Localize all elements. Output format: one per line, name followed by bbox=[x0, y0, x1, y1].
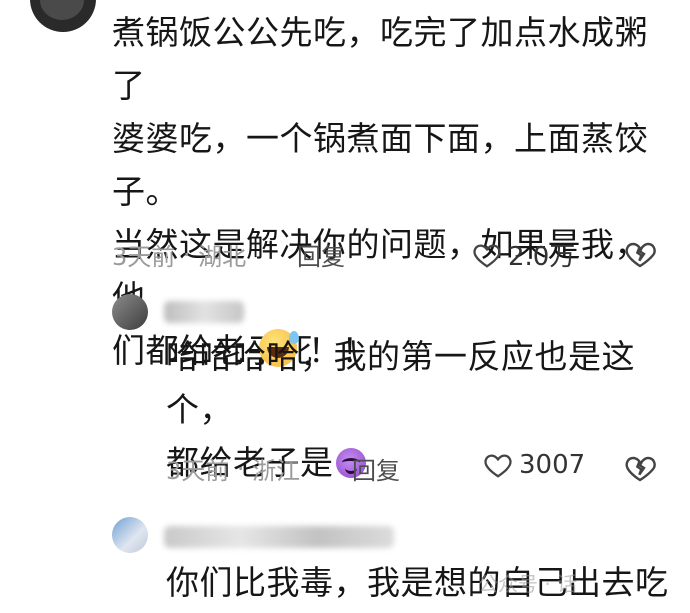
reply-button[interactable]: 回复 bbox=[352, 451, 400, 486]
comment-text: 你们比我毒，我是想的自己出去吃 bbox=[166, 563, 669, 602]
comment-time: 3天前 bbox=[112, 243, 176, 271]
comment-time: 3天前 bbox=[166, 457, 230, 485]
comment-meta: 3天前 · 浙江 bbox=[166, 451, 300, 486]
like-button[interactable]: 2.0万 bbox=[472, 236, 575, 273]
watermark: 公众号 · 话 bbox=[478, 572, 578, 596]
comment-location: 浙江 bbox=[252, 457, 301, 485]
like-count: 2.0万 bbox=[508, 242, 576, 272]
broken-heart-icon[interactable] bbox=[624, 238, 656, 270]
username-blurred[interactable] bbox=[164, 301, 244, 323]
heart-icon bbox=[473, 243, 501, 268]
comment-location: 湖北 bbox=[198, 243, 247, 271]
comment-meta: 3天前 · 湖北 bbox=[112, 237, 246, 272]
heart-icon bbox=[484, 454, 512, 478]
like-button[interactable]: 3007 bbox=[483, 450, 585, 480]
avatar[interactable] bbox=[112, 517, 148, 553]
avatar[interactable] bbox=[112, 294, 148, 330]
avatar[interactable] bbox=[30, 0, 96, 32]
like-count: 3007 bbox=[519, 450, 586, 480]
username-blurred[interactable] bbox=[164, 526, 394, 548]
broken-heart-icon[interactable] bbox=[624, 452, 656, 484]
reply-button[interactable]: 回复 bbox=[297, 237, 345, 272]
